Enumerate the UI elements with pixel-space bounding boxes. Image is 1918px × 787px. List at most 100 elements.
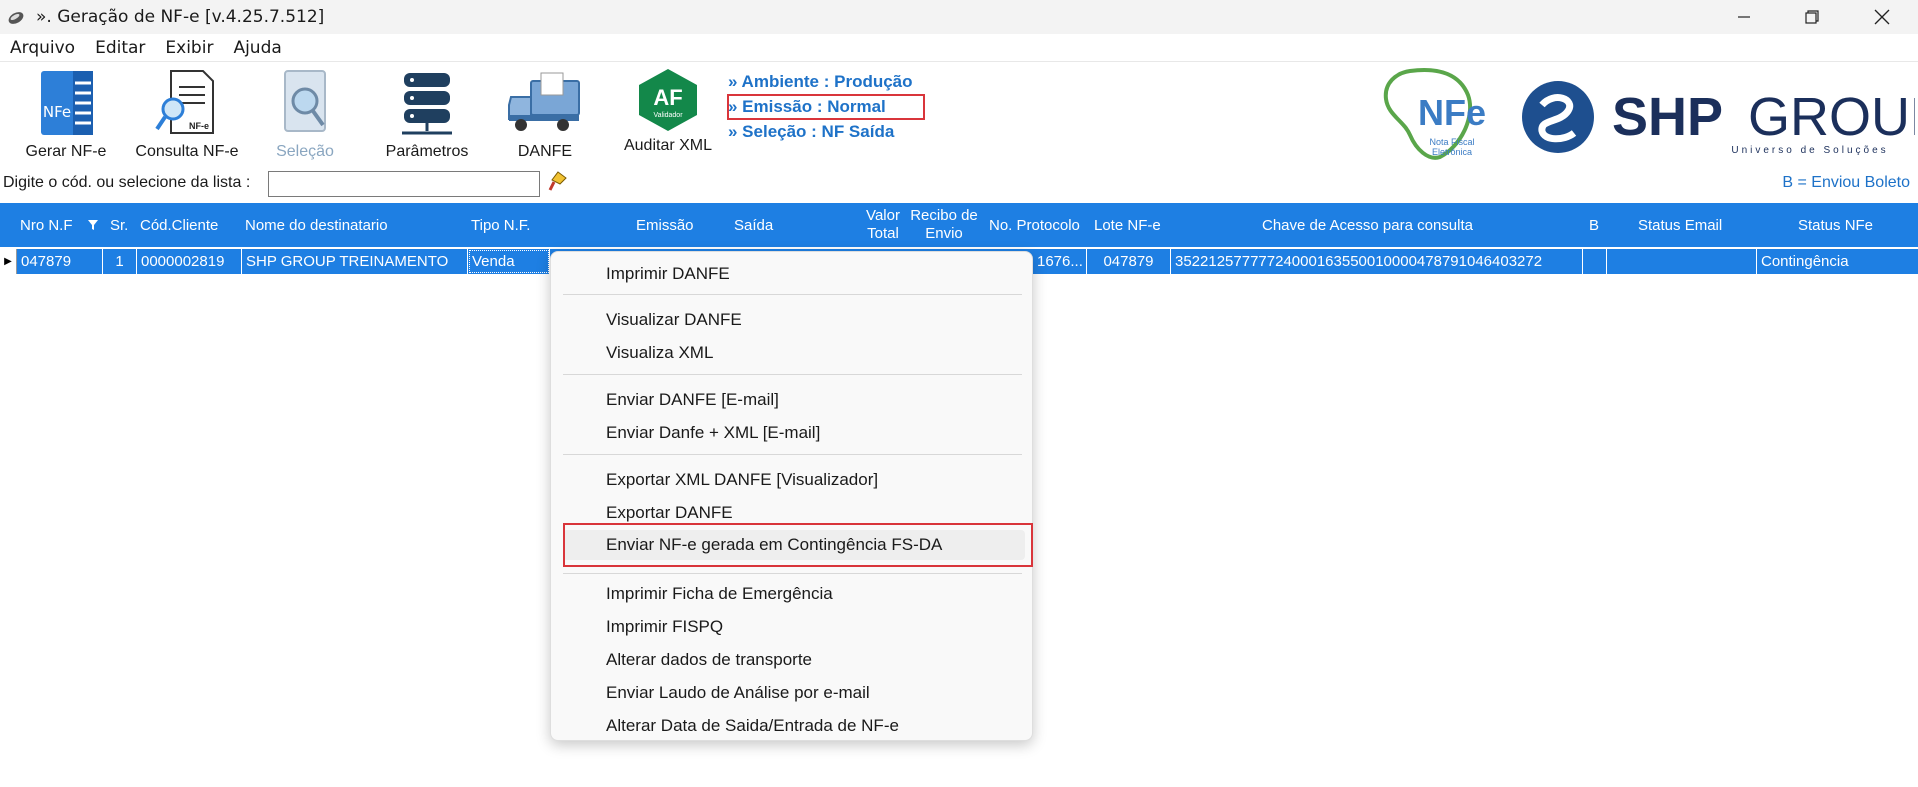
col-cod-cliente-label: Cód.Cliente — [140, 216, 219, 234]
minimize-icon[interactable] — [1714, 0, 1774, 34]
consulta-icon-text: NF-e — [189, 121, 209, 131]
gerar-nfe-button[interactable]: NFe Gerar NF-e — [24, 67, 108, 161]
menu-ajuda[interactable]: Ajuda — [223, 38, 291, 58]
row-pointer-icon: ▶ — [0, 249, 17, 274]
menu-imprimir-fispq[interactable]: Imprimir FISPQ — [551, 612, 1034, 642]
parametros-label: Parâmetros — [385, 143, 469, 160]
menu-visualizar-danfe[interactable]: Visualizar DANFE — [551, 305, 1034, 335]
nfe-icon-text: NFe — [43, 103, 71, 121]
col-tipo[interactable]: Tipo N.F. — [471, 203, 530, 247]
server-settings-icon — [402, 73, 452, 135]
menu-exibir[interactable]: Exibir — [155, 38, 223, 58]
ambiente-info: » Ambiente : Produção — [728, 72, 913, 91]
group-tagline: Universo de Soluções — [1731, 145, 1888, 156]
menu-exportar-xml-danfe[interactable]: Exportar XML DANFE [Visualizador] — [551, 465, 1034, 495]
title-bar: ». Geração de NF-e [v.4.25.7.512] — [0, 0, 1918, 34]
col-emissao[interactable]: Emissão — [636, 203, 694, 247]
menu-separator — [563, 294, 1022, 295]
cell-nome[interactable]: SHP GROUP TREINAMENTO — [242, 249, 468, 274]
col-status-email[interactable]: Status Email — [1638, 203, 1722, 247]
col-lote-label: Lote NF-e — [1094, 216, 1161, 234]
col-saida-label: Saída — [734, 216, 774, 234]
grid-header: Nro N.F Sr. Cód.Cliente Nome do destinat… — [0, 203, 1918, 247]
cell-b[interactable] — [1583, 249, 1607, 274]
gerar-nfe-label: Gerar NF-e — [25, 143, 107, 160]
menu-enviar-danfe-email[interactable]: Enviar DANFE [E-mail] — [551, 385, 1034, 415]
nfe-logo: NFe Nota Fiscal Eletrônica — [1383, 68, 1486, 160]
menu-bar: Arquivo Editar Exibir Ajuda — [0, 34, 1918, 62]
app-icon — [8, 12, 24, 24]
search-label: Digite o cód. ou selecione da lista : — [3, 174, 251, 191]
close-icon[interactable] — [1852, 0, 1912, 34]
flashlight-icon[interactable] — [548, 170, 568, 192]
delivery-truck-icon — [508, 72, 580, 131]
selecao-info: » Seleção : NF Saída — [728, 122, 895, 141]
col-cod-cliente[interactable]: Cód.Cliente — [140, 203, 218, 247]
col-valor-label-1: Valor — [866, 207, 900, 224]
cell-chave[interactable]: 3522125777772400016355001000047879104640… — [1171, 249, 1583, 274]
col-saida[interactable]: Saída — [734, 203, 773, 247]
contingencia-highlight-box — [563, 523, 1033, 567]
search-input[interactable] — [268, 171, 540, 197]
cell-cod-cliente[interactable]: 0000002819 — [137, 249, 242, 274]
col-lote[interactable]: Lote NF-e — [1094, 203, 1161, 247]
cell-sr[interactable]: 1 — [103, 249, 137, 274]
nfe-document-icon: NFe — [41, 71, 93, 135]
col-recibo-label-1: Recibo de — [910, 207, 978, 224]
auditar-icon-subtext: Validador — [653, 112, 683, 119]
menu-imprimir-danfe[interactable]: Imprimir DANFE — [551, 259, 1034, 289]
col-status-email-label: Status Email — [1638, 216, 1723, 234]
col-status-nfe-label: Status NFe — [1798, 216, 1874, 234]
window-title: ». Geração de NF-e [v.4.25.7.512] — [36, 7, 325, 27]
menu-arquivo[interactable]: Arquivo — [0, 38, 85, 58]
boleto-legend: B = Enviou Boleto — [1782, 174, 1910, 191]
cell-protocolo[interactable]: 1676... — [1033, 249, 1087, 274]
menu-enviar-laudo[interactable]: Enviar Laudo de Análise por e-mail — [551, 678, 1034, 708]
group-logo-text: GROUP — [1748, 87, 1915, 147]
selecao-label: Seleção — [276, 143, 334, 160]
col-recibo-label-2: Envio — [925, 225, 963, 242]
col-protocolo[interactable]: No. Protocolo — [989, 203, 1080, 247]
consulta-document-icon: NF-e — [155, 70, 214, 134]
toolbar: NFe Gerar NF-e NF-e Consulta NF-e Seleçã… — [0, 63, 1918, 163]
search-row: Digite o cód. ou selecione da lista : B … — [0, 168, 1918, 200]
menu-editar[interactable]: Editar — [85, 38, 155, 58]
menu-imprimir-ficha[interactable]: Imprimir Ficha de Emergência — [551, 579, 1034, 609]
auditar-xml-button[interactable]: AF Validador Auditar XML — [620, 67, 716, 155]
danfe-button[interactable]: DANFE — [503, 67, 587, 161]
cell-status-nfe[interactable]: Contingência — [1757, 249, 1918, 274]
nfe-logo-sub1: Nota Fiscal — [1429, 137, 1474, 147]
menu-alterar-transporte[interactable]: Alterar dados de transporte — [551, 645, 1034, 675]
col-recibo[interactable]: Recibo de Envio — [906, 203, 982, 247]
danfe-label: DANFE — [517, 143, 573, 160]
col-b[interactable]: B — [1589, 203, 1599, 247]
auditar-icon-text: AF — [653, 85, 682, 110]
menu-alterar-data[interactable]: Alterar Data de Saida/Entrada de NF-e — [551, 711, 1034, 741]
nfe-logo-sub2: Eletrônica — [1432, 147, 1472, 157]
col-sr[interactable]: Sr. — [110, 203, 128, 247]
filter-icon[interactable] — [87, 219, 99, 231]
menu-visualiza-xml[interactable]: Visualiza XML — [551, 338, 1034, 368]
col-protocolo-label: No. Protocolo — [989, 216, 1080, 234]
selecao-button[interactable]: Seleção — [272, 67, 338, 161]
col-nome[interactable]: Nome do destinatario — [245, 203, 388, 247]
consulta-nfe-label: Consulta NF-e — [135, 143, 239, 160]
col-valor-total[interactable]: Valor Total — [858, 203, 908, 247]
col-b-label: B — [1589, 216, 1600, 234]
shp-group-logo: SHP GROUP Universo de Soluções — [1522, 81, 1915, 156]
cell-lote[interactable]: 047879 — [1087, 249, 1171, 274]
menu-enviar-danfe-xml-email[interactable]: Enviar Danfe + XML [E-mail] — [551, 418, 1034, 448]
cell-tipo[interactable]: Venda — [468, 249, 550, 274]
consulta-nfe-button[interactable]: NF-e Consulta NF-e — [135, 67, 239, 161]
cell-nro-nf[interactable]: 047879 — [17, 249, 103, 274]
cell-status-email[interactable] — [1607, 249, 1757, 274]
col-nro-nf-label: Nro N.F — [20, 216, 73, 234]
validator-badge-icon: AF Validador — [639, 69, 697, 131]
col-status-nfe[interactable]: Status NFe — [1798, 203, 1873, 247]
context-menu: Imprimir DANFE Visualizar DANFE Visualiz… — [550, 251, 1033, 741]
parametros-button[interactable]: Parâmetros — [382, 67, 472, 161]
menu-separator — [563, 573, 1022, 574]
maximize-icon[interactable] — [1782, 0, 1842, 34]
col-nro-nf[interactable]: Nro N.F — [20, 203, 99, 247]
col-chave[interactable]: Chave de Acesso para consulta — [1262, 203, 1473, 247]
